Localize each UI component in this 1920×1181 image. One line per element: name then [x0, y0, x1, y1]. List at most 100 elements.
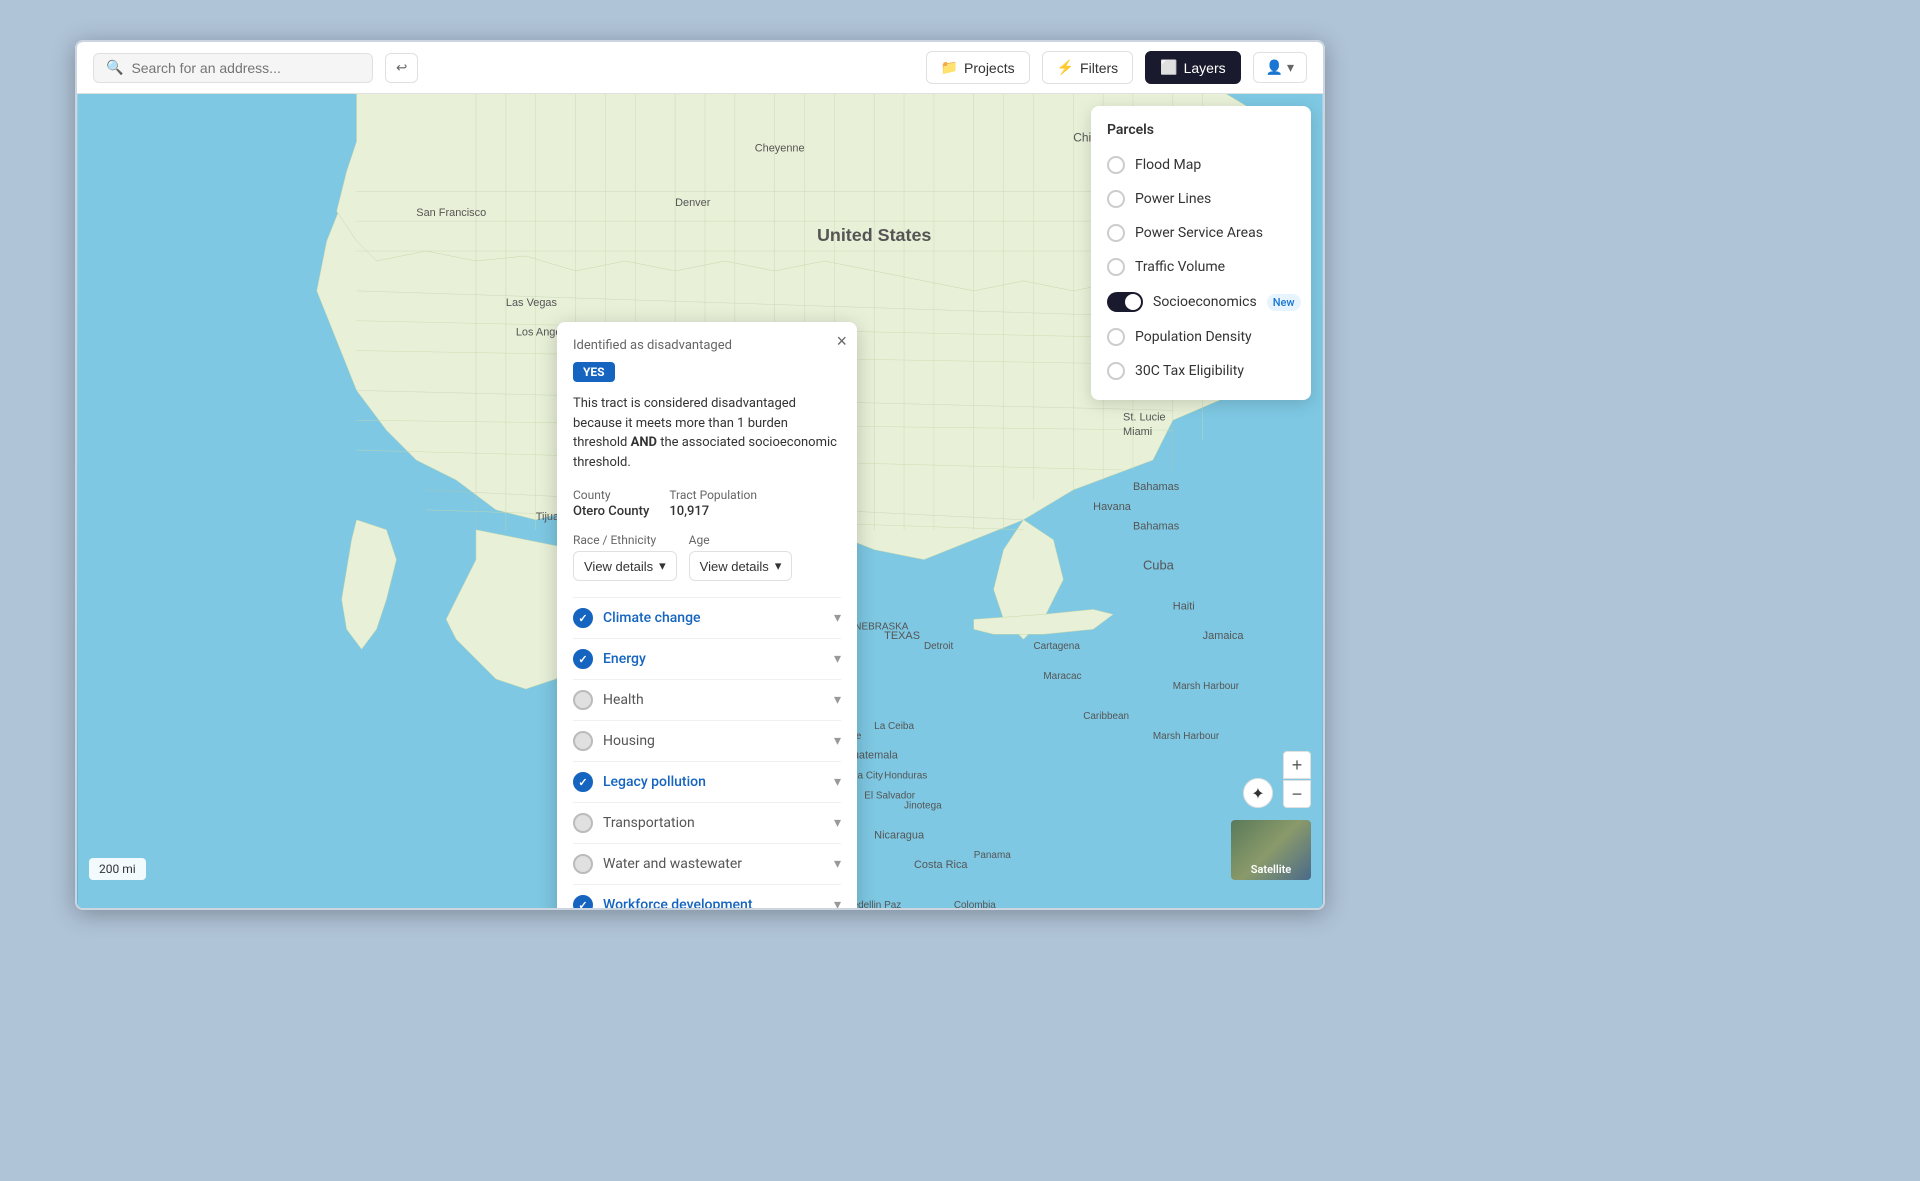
tract-group: Tract Population 10,917: [669, 488, 757, 519]
climate-change-chevron: ▾: [834, 610, 841, 626]
satellite-tile[interactable]: Satellite: [1231, 820, 1311, 880]
socioeconomics-toggle[interactable]: [1107, 292, 1143, 312]
search-box[interactable]: 🔍: [93, 53, 373, 83]
housing-chevron: ▾: [834, 733, 841, 749]
zoom-out-button[interactable]: −: [1283, 780, 1311, 808]
scale-text: 200 mi: [99, 862, 136, 876]
svg-text:Maracac: Maracac: [1043, 671, 1081, 682]
water-wastewater-chevron: ▾: [834, 856, 841, 872]
layer-item-tax-eligibility[interactable]: 30C Tax Eligibility: [1091, 354, 1311, 388]
scale-bar: 200 mi: [89, 858, 146, 880]
tract-value: 10,917: [669, 504, 757, 519]
svg-text:Cheyenne: Cheyenne: [755, 142, 805, 154]
search-input[interactable]: [131, 60, 360, 76]
layers-button[interactable]: ⬜ Layers: [1145, 51, 1240, 84]
popup-description: This tract is considered disadvantaged b…: [573, 394, 841, 472]
housing-label: Housing: [603, 733, 834, 749]
layer-name-tax-eligibility: 30C Tax Eligibility: [1135, 363, 1295, 379]
svg-text:Marsh Harbour: Marsh Harbour: [1153, 731, 1220, 742]
category-workforce-development[interactable]: Workforce development ▾: [573, 884, 841, 910]
popup-selects: Race / Ethnicity View details ▾ Age View…: [573, 533, 841, 581]
top-bar: 🔍 ↩ 📁 Projects ⚡ Filters ⬜ Layers 👤 ▾: [77, 42, 1323, 94]
age-btn-label: View details: [700, 559, 769, 574]
layer-item-population-density[interactable]: Population Density: [1091, 320, 1311, 354]
svg-text:Detroit: Detroit: [924, 641, 954, 652]
energy-label: Energy: [603, 651, 834, 667]
svg-text:Panama: Panama: [974, 850, 1011, 861]
svg-text:Havana: Havana: [1093, 501, 1132, 513]
compass: ✦: [1243, 778, 1273, 808]
info-popup: × Identified as disadvantaged YES This t…: [557, 322, 857, 910]
transportation-icon: [573, 813, 593, 833]
layer-item-flood-map[interactable]: Flood Map: [1091, 148, 1311, 182]
housing-icon: [573, 731, 593, 751]
tract-label: Tract Population: [669, 488, 757, 502]
svg-text:Denver: Denver: [675, 197, 711, 209]
health-chevron: ▾: [834, 692, 841, 708]
svg-text:San Francisco: San Francisco: [416, 207, 486, 219]
transportation-label: Transportation: [603, 815, 834, 831]
county-label: County: [573, 488, 649, 502]
category-climate-change[interactable]: Climate change ▾: [573, 597, 841, 638]
new-badge: New: [1267, 294, 1301, 311]
svg-text:United States: United States: [817, 225, 931, 245]
filter-icon: ⚡: [1057, 59, 1074, 76]
description-bold: AND: [631, 435, 657, 450]
layer-toggle-power-lines[interactable]: [1107, 190, 1125, 208]
health-icon: [573, 690, 593, 710]
layer-name-power-lines: Power Lines: [1135, 191, 1295, 207]
age-details-button[interactable]: View details ▾: [689, 551, 793, 581]
workforce-development-chevron: ▾: [834, 897, 841, 910]
category-transportation[interactable]: Transportation ▾: [573, 802, 841, 843]
layer-item-socioeconomics[interactable]: Socioeconomics New: [1091, 284, 1311, 320]
race-details-button[interactable]: View details ▾: [573, 551, 677, 581]
category-energy[interactable]: Energy ▾: [573, 638, 841, 679]
category-health[interactable]: Health ▾: [573, 679, 841, 720]
svg-text:Jinotega: Jinotega: [904, 800, 942, 811]
layers-icon: ⬜: [1160, 59, 1177, 76]
popup-meta: County Otero County Tract Population 10,…: [573, 488, 841, 519]
history-button[interactable]: ↩: [385, 53, 418, 83]
layer-name-population-density: Population Density: [1135, 329, 1295, 345]
svg-text:Paz: Paz: [884, 900, 901, 908]
county-group: County Otero County: [573, 488, 649, 519]
svg-text:St. Lucie: St. Lucie: [1123, 411, 1166, 423]
category-water-wastewater[interactable]: Water and wastewater ▾: [573, 843, 841, 884]
projects-button[interactable]: 📁 Projects: [926, 51, 1030, 84]
layers-panel: Parcels Flood Map Power Lines Power Serv…: [1091, 106, 1311, 400]
svg-text:Miami: Miami: [1123, 426, 1152, 438]
county-value: Otero County: [573, 504, 649, 519]
filters-button[interactable]: ⚡ Filters: [1042, 51, 1134, 84]
layer-item-traffic-volume[interactable]: Traffic Volume: [1091, 250, 1311, 284]
layer-name-traffic-volume: Traffic Volume: [1135, 259, 1295, 275]
popup-body: × Identified as disadvantaged YES This t…: [557, 322, 857, 910]
health-label: Health: [603, 692, 834, 708]
user-button[interactable]: 👤 ▾: [1253, 52, 1307, 83]
category-legacy-pollution[interactable]: Legacy pollution ▾: [573, 761, 841, 802]
layer-toggle-power-service[interactable]: [1107, 224, 1125, 242]
layer-item-power-service[interactable]: Power Service Areas: [1091, 216, 1311, 250]
layer-toggle-traffic-volume[interactable]: [1107, 258, 1125, 276]
layer-toggle-flood-map[interactable]: [1107, 156, 1125, 174]
svg-text:Haiti: Haiti: [1173, 600, 1195, 612]
svg-text:Nicaragua: Nicaragua: [874, 829, 925, 841]
energy-icon: [573, 649, 593, 669]
layer-toggle-population-density[interactable]: [1107, 328, 1125, 346]
race-group: Race / Ethnicity View details ▾: [573, 533, 677, 581]
svg-text:Las Vegas: Las Vegas: [506, 297, 558, 309]
race-btn-label: View details: [584, 559, 653, 574]
yes-badge: YES: [573, 362, 615, 382]
workforce-development-icon: [573, 895, 593, 910]
svg-text:Colombia: Colombia: [954, 900, 996, 908]
category-housing[interactable]: Housing ▾: [573, 720, 841, 761]
energy-chevron: ▾: [834, 651, 841, 667]
zoom-in-button[interactable]: +: [1283, 751, 1311, 779]
layers-label: Layers: [1184, 60, 1226, 76]
layer-toggle-tax-eligibility[interactable]: [1107, 362, 1125, 380]
popup-close-button[interactable]: ×: [836, 332, 847, 350]
layer-item-power-lines[interactable]: Power Lines: [1091, 182, 1311, 216]
svg-text:Bahamas: Bahamas: [1133, 481, 1180, 493]
legacy-pollution-label: Legacy pollution: [603, 774, 834, 790]
projects-label: Projects: [964, 60, 1015, 76]
water-wastewater-icon: [573, 854, 593, 874]
